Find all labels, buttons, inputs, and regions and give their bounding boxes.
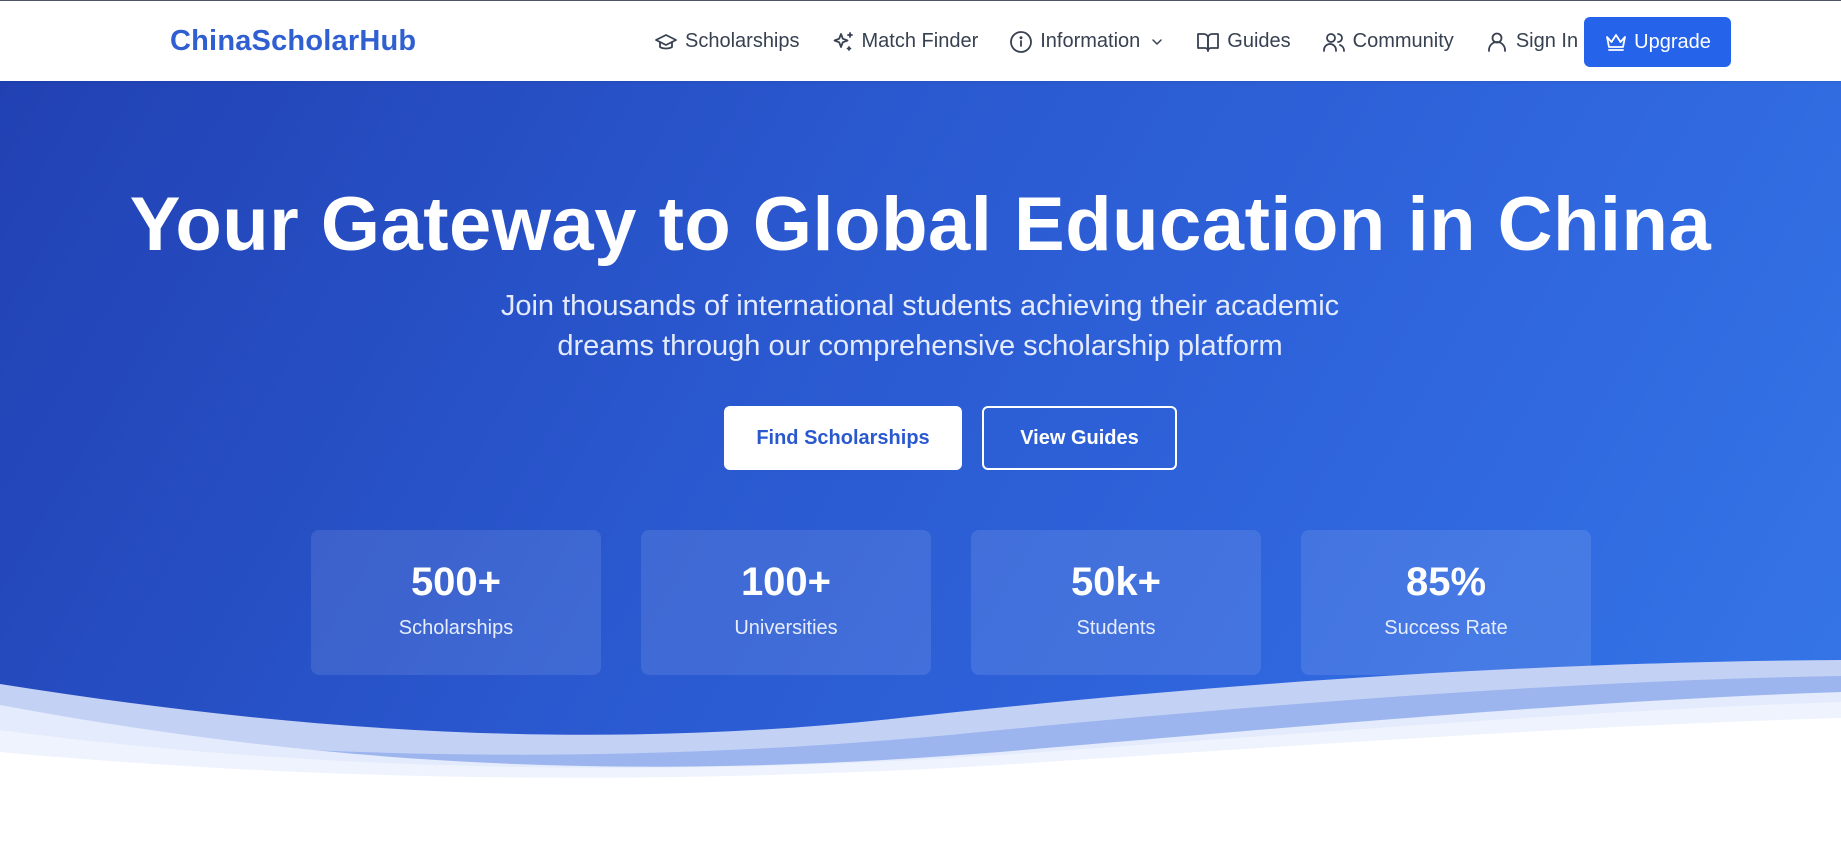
nav-item-label: Guides	[1227, 30, 1291, 52]
stat-label: Success Rate	[1384, 617, 1508, 639]
nav-item-sign-in[interactable]: Sign In	[1485, 30, 1578, 54]
brand-logo[interactable]: ChinaScholarHub	[170, 25, 416, 58]
stat-value: 50k+	[1070, 560, 1162, 604]
nav-item-label: Sign In	[1515, 30, 1579, 52]
nav-item-information[interactable]: Information	[1009, 30, 1165, 54]
hero-subtitle: Join thousands of international students…	[500, 290, 1340, 362]
find-scholarships-button[interactable]: Find Scholarships	[724, 406, 962, 470]
nav-item-label: Scholarships	[685, 30, 800, 52]
nav-item-scholarships[interactable]: Scholarships	[654, 30, 800, 54]
users-icon	[1322, 32, 1345, 52]
user-icon	[1487, 32, 1506, 52]
stat-card-students: 50k+ Students	[971, 530, 1261, 675]
stat-card-success-rate: 85% Success Rate	[1301, 530, 1591, 675]
stat-value: 100+	[740, 560, 832, 604]
stat-card-scholarships: 500+ Scholarships	[311, 530, 601, 675]
crown-icon	[1606, 34, 1627, 51]
stat-label: Scholarships	[398, 617, 514, 639]
nav-item-guides[interactable]: Guides	[1196, 30, 1291, 54]
chevron-down-icon	[1152, 38, 1163, 45]
top-navbar: ChinaScholarHub Scholarships Match Finde…	[0, 0, 1841, 81]
info-icon	[1010, 30, 1033, 53]
stat-value: 500+	[410, 560, 502, 604]
upgrade-button[interactable]: Upgrade	[1584, 17, 1731, 67]
nav-item-community[interactable]: Community	[1322, 30, 1454, 54]
nav-item-label: Community	[1352, 30, 1454, 52]
book-open-icon	[1197, 32, 1220, 52]
nav-item-label: Match Finder	[861, 30, 979, 52]
main-nav: Scholarships Match Finder Information Gu…	[654, 1, 1609, 82]
nav-item-match-finder[interactable]: Match Finder	[831, 30, 979, 54]
view-guides-button[interactable]: View Guides	[982, 406, 1177, 470]
nav-item-label: Information	[1040, 30, 1141, 52]
hero-title: Your Gateway to Global Education in Chin…	[129, 182, 1712, 267]
sparkles-icon	[833, 31, 853, 51]
stat-value: 85%	[1405, 560, 1487, 604]
stat-card-universities: 100+ Universities	[641, 530, 931, 675]
stat-label: Students	[1076, 617, 1156, 639]
upgrade-label: Upgrade	[1634, 30, 1711, 53]
hero-section: Your Gateway to Global Education in Chin…	[0, 81, 1841, 781]
graduation-cap-icon	[655, 33, 677, 49]
stat-label: Universities	[734, 617, 838, 639]
